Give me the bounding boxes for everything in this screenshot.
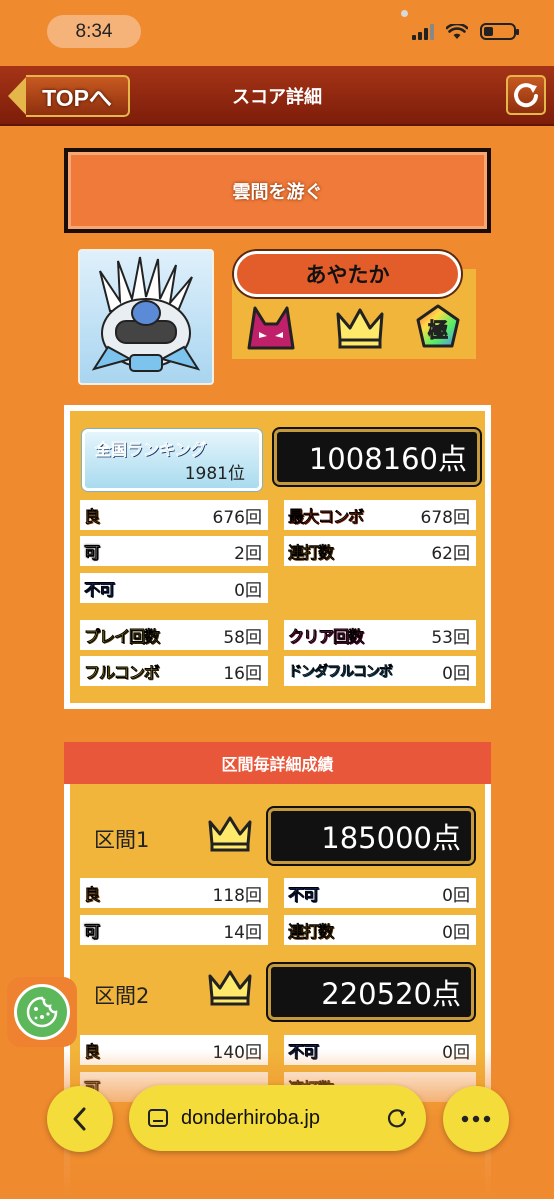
- wifi-icon: [446, 23, 468, 39]
- segment-2-label: 区間2: [94, 984, 150, 1008]
- crown-icon: [208, 816, 252, 852]
- page-menu-icon: [148, 1109, 168, 1127]
- refresh-icon: [514, 83, 538, 108]
- url-text: donderhiroba.jp: [181, 1106, 320, 1129]
- avatar: [78, 249, 214, 385]
- privacy-indicator: [401, 10, 408, 17]
- don-chan-avatar-icon: [91, 256, 201, 372]
- stat-ok: 可 2回: [80, 536, 268, 566]
- app-header: TOPへ スコア詳細: [0, 66, 554, 126]
- reload-icon[interactable]: [386, 1107, 408, 1129]
- stat-good: 良 676回: [80, 500, 268, 530]
- status-bar: 8:34: [0, 0, 554, 66]
- stat-play-count: プレイ回数 58回: [80, 620, 268, 650]
- battery-icon: [480, 23, 519, 40]
- address-bar[interactable]: donderhiroba.jp: [129, 1085, 426, 1151]
- stat-max-combo: 最大コンボ 678回: [284, 500, 476, 530]
- kiwami-icon: 極: [416, 304, 460, 348]
- song-title: 雲間を游ぐ: [68, 152, 487, 229]
- cookie-icon: [26, 996, 58, 1028]
- stat-drumroll: 連打数 62回: [284, 536, 476, 566]
- segment-1-label: 区間1: [94, 828, 150, 852]
- section-breakdown-title: 区間毎詳細成績: [64, 742, 491, 784]
- segment-1-ok: 可 14回: [80, 915, 268, 945]
- stat-full-combo: フルコンボ 16回: [80, 656, 268, 686]
- stat-bad: 不可 0回: [80, 573, 268, 603]
- clock: 8:34: [47, 15, 141, 48]
- national-ranking-box[interactable]: 全国ランキング 1981位: [82, 429, 262, 491]
- page-title: スコア詳細: [232, 87, 322, 108]
- crown-icon: [208, 970, 252, 1006]
- score-summary: 全国ランキング 1981位 1008160点 良 676回 最大コンボ 678回…: [64, 405, 491, 709]
- song-title-banner[interactable]: 雲間を游ぐ: [64, 148, 491, 233]
- chevron-left-icon: [73, 1107, 86, 1131]
- segment-1-bad: 不可 0回: [284, 878, 476, 908]
- refresh-button[interactable]: [506, 75, 546, 115]
- browser-more-button[interactable]: [443, 1086, 509, 1152]
- stat-donda-full-combo: ドンダフルコンボ 0回: [284, 656, 476, 686]
- segment-1-good: 良 118回: [80, 878, 268, 908]
- crown-icon: [336, 308, 384, 349]
- ranking-value: 1981位: [184, 464, 245, 484]
- cookie-settings-button[interactable]: [7, 977, 77, 1047]
- svg-text:極: 極: [427, 318, 448, 342]
- oni-difficulty-icon: [247, 306, 295, 350]
- stat-clear-count: クリア回数 53回: [284, 620, 476, 650]
- more-icon: [461, 1115, 491, 1123]
- cellular-signal-icon: [412, 23, 434, 40]
- player-name: あやたか: [234, 251, 461, 297]
- browser-back-button[interactable]: [47, 1086, 113, 1152]
- segment-1-drumroll: 連打数 0回: [284, 915, 476, 945]
- segment-1-score: 185000点: [268, 808, 474, 864]
- total-score: 1008160点: [274, 429, 480, 485]
- segment-2-score: 220520点: [268, 964, 474, 1020]
